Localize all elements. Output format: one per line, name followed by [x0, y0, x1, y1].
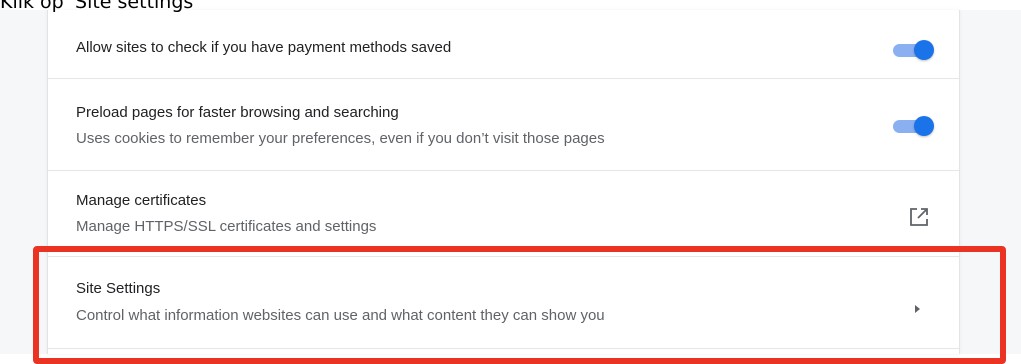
site-settings-row[interactable]: Site Settings Control what information w…: [48, 257, 959, 349]
instruction-caption: Klik op 'Site settings': [0, 0, 199, 13]
preload-pages-row[interactable]: Preload pages for faster browsing and se…: [48, 79, 959, 171]
manage-certificates-row[interactable]: Manage certificates Manage HTTPS/SSL cer…: [48, 171, 959, 257]
preload-pages-title: Preload pages for faster browsing and se…: [76, 104, 399, 121]
toggle-knob: [914, 116, 934, 136]
site-settings-description: Control what information websites can us…: [76, 307, 605, 324]
preload-pages-description: Uses cookies to remember your preference…: [76, 130, 605, 147]
preload-pages-toggle[interactable]: [890, 115, 934, 137]
manage-certificates-title: Manage certificates: [76, 192, 207, 209]
toggle-knob: [914, 40, 934, 60]
advanced-settings-card: Allow sites to check if you have payment…: [47, 10, 960, 354]
arrow-right-icon[interactable]: [910, 302, 924, 316]
payment-methods-title: Allow sites to check if you have payment…: [76, 39, 452, 56]
payment-methods-toggle[interactable]: [890, 39, 934, 61]
manage-certificates-description: Manage HTTPS/SSL certificates and settin…: [76, 218, 377, 235]
site-settings-title: Site Settings: [76, 280, 161, 297]
payment-methods-row[interactable]: Allow sites to check if you have payment…: [48, 10, 959, 79]
open-in-new-icon[interactable]: [908, 206, 930, 228]
